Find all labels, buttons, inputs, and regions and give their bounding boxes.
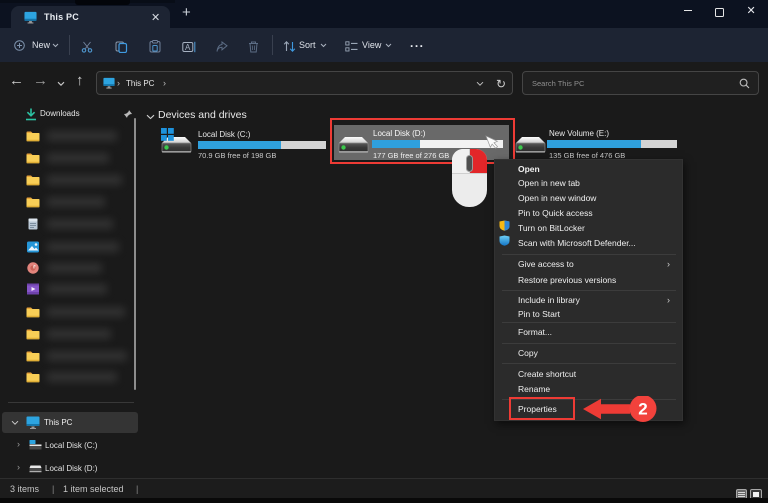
svg-text:A: A [185, 43, 191, 52]
svg-text:2: 2 [638, 400, 647, 419]
